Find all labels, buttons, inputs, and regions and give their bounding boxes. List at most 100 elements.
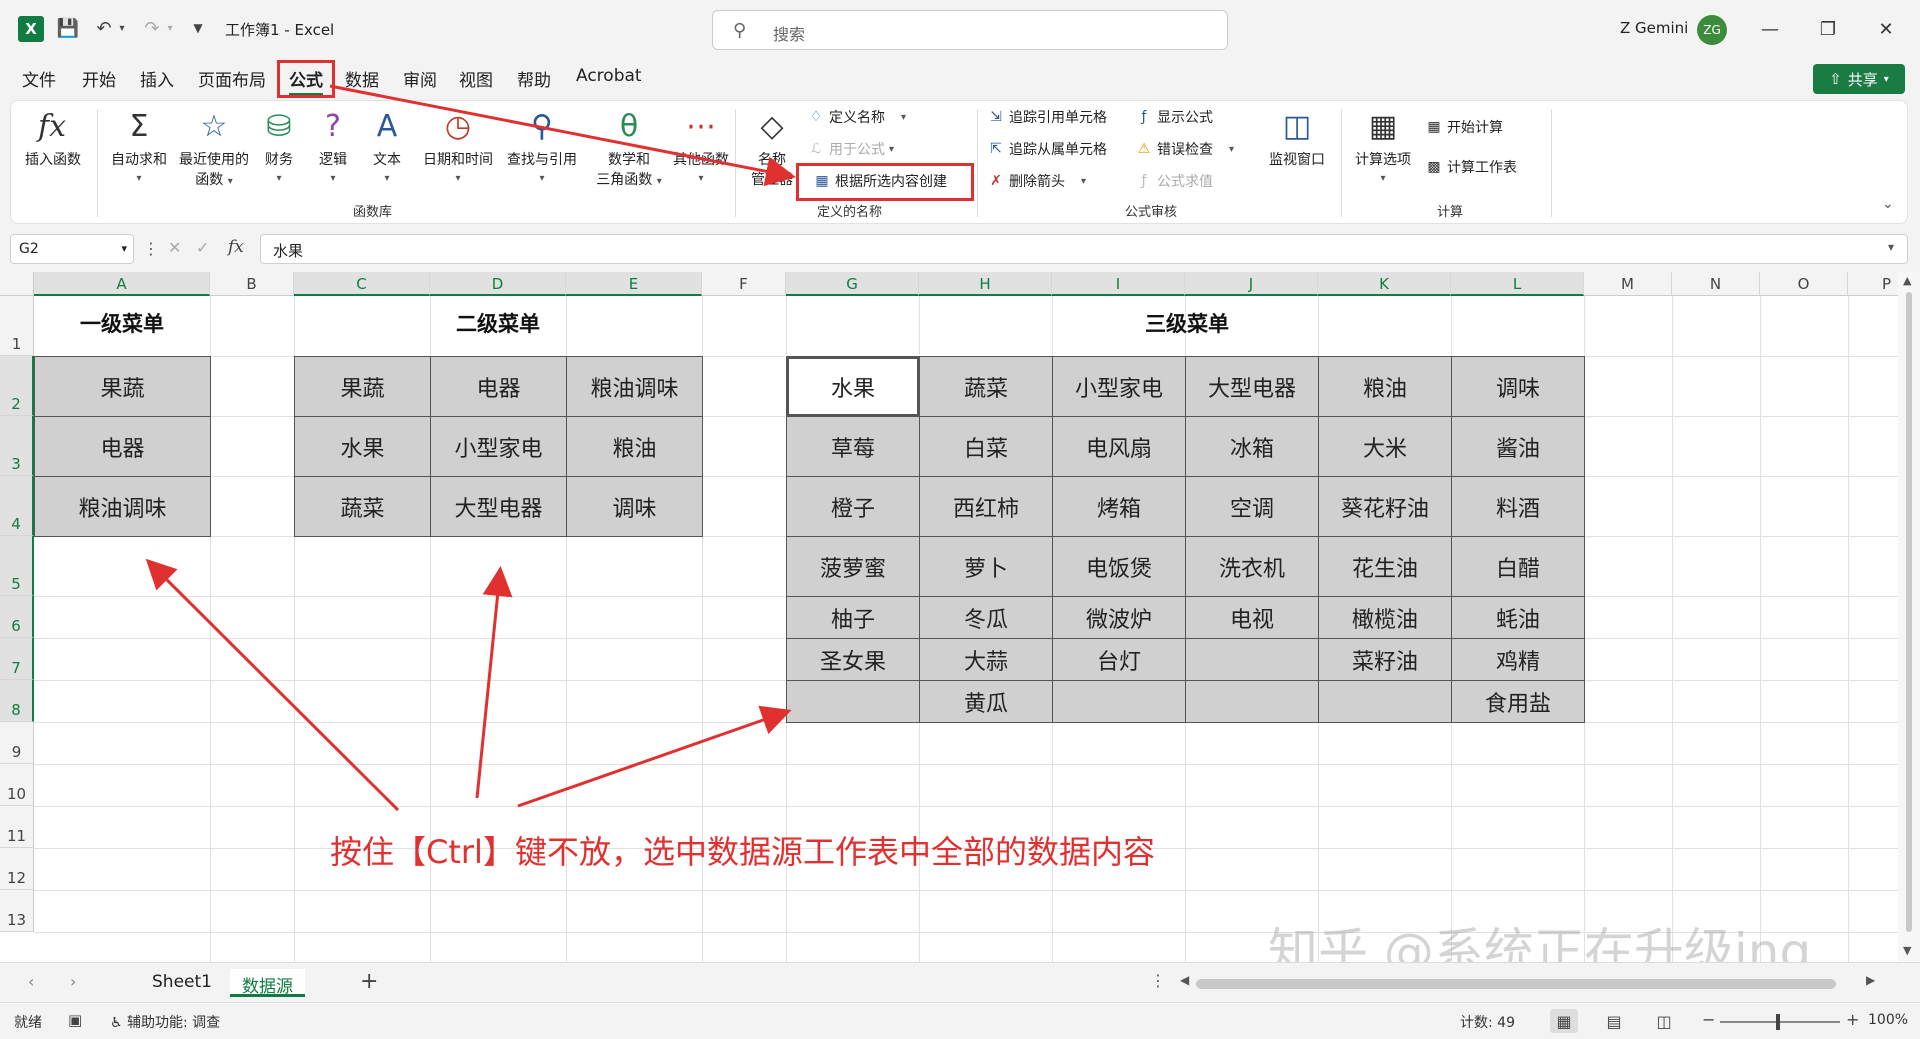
cell-k8[interactable]: [1318, 680, 1452, 723]
column-header-c[interactable]: C: [294, 272, 430, 296]
check-icon[interactable]: ✓: [196, 238, 209, 257]
cell-l8[interactable]: 食用盐: [1451, 680, 1585, 723]
lookup-reference-button[interactable]: ⚲ 查找与引用 ▾: [501, 109, 583, 185]
zoom-out-icon[interactable]: −: [1702, 1010, 1715, 1029]
cell-i7[interactable]: 台灯: [1052, 638, 1186, 681]
cell-g7[interactable]: 圣女果: [786, 638, 920, 681]
worksheet-grid[interactable]: ABCDEFGHIJKLMNOP 1 2 3 4 5 6 7 8 9 10 11 12 13 一级菜单 …: [0, 272, 1920, 962]
ribbon-collapse-icon[interactable]: ⌄: [1882, 196, 1894, 212]
cell-d2[interactable]: 电器: [430, 356, 567, 417]
horizontal-scrollbar[interactable]: [1196, 979, 1836, 989]
row-header-3[interactable]: 3: [0, 416, 34, 476]
column-header-g[interactable]: G: [786, 272, 919, 296]
tab-acrobat[interactable]: Acrobat: [576, 66, 642, 86]
use-in-formula-button[interactable]: ℒ 用于公式 ▾: [807, 139, 894, 159]
column-header-d[interactable]: D: [430, 272, 566, 296]
cell-g2[interactable]: 水果: [785, 355, 921, 418]
row-header-13[interactable]: 13: [0, 890, 34, 932]
tab-insert[interactable]: 插入: [140, 66, 174, 91]
tab-help[interactable]: 帮助: [517, 66, 551, 91]
cell-i8[interactable]: [1052, 680, 1186, 723]
zoom-slider-thumb[interactable]: [1776, 1014, 1780, 1030]
sheet-prev-icon[interactable]: ‹: [28, 972, 34, 991]
insert-function-button[interactable]: fx 插入函数: [25, 109, 81, 169]
column-header-l[interactable]: L: [1451, 272, 1584, 296]
evaluate-formula-button[interactable]: ƒ 公式求值: [1135, 171, 1213, 191]
redo-icon[interactable]: ↷: [140, 16, 164, 40]
cell-h8[interactable]: 黄瓜: [919, 680, 1053, 723]
undo-dropdown-icon[interactable]: ▾: [116, 16, 128, 40]
cell-l3[interactable]: 酱油: [1451, 416, 1585, 477]
column-header-f[interactable]: F: [702, 272, 786, 296]
vertical-scrollbar[interactable]: ▲ ▼: [1898, 272, 1920, 962]
zoom-level[interactable]: 100%: [1868, 1012, 1908, 1028]
search-input[interactable]: ⚲ 搜索: [712, 10, 1228, 50]
date-time-button[interactable]: ◷ 日期和时间 ▾: [417, 109, 499, 185]
cell-j5[interactable]: 洗衣机: [1185, 536, 1319, 597]
row-header-5[interactable]: 5: [0, 536, 34, 596]
cell-j3[interactable]: 冰箱: [1185, 416, 1319, 477]
cell-i4[interactable]: 烤箱: [1052, 476, 1186, 537]
cell-d3[interactable]: 小型家电: [430, 416, 567, 477]
watch-window-button[interactable]: ◫ 监视窗口: [1265, 109, 1329, 169]
cell-j8[interactable]: [1185, 680, 1319, 723]
undo-icon[interactable]: ↶: [92, 16, 116, 40]
scroll-left-icon[interactable]: ◀: [1180, 973, 1189, 987]
sheet-next-icon[interactable]: ›: [70, 972, 76, 991]
row-header-1[interactable]: 1: [0, 296, 34, 356]
cell-g6[interactable]: 柚子: [786, 596, 920, 639]
show-formulas-button[interactable]: ƒ 显示公式: [1135, 107, 1213, 127]
column-header-j[interactable]: J: [1185, 272, 1318, 296]
column-header-n[interactable]: N: [1672, 272, 1760, 296]
cell-i2[interactable]: 小型家电: [1052, 356, 1186, 417]
cell-h7[interactable]: 大蒜: [919, 638, 1053, 681]
cell-g4[interactable]: 橙子: [786, 476, 920, 537]
chevron-down-icon[interactable]: ▾: [1888, 240, 1894, 254]
cell-e3[interactable]: 粮油: [566, 416, 703, 477]
cell-k3[interactable]: 大米: [1318, 416, 1452, 477]
insert-function-icon[interactable]: fx: [228, 237, 244, 257]
cell-i6[interactable]: 微波炉: [1052, 596, 1186, 639]
restore-button[interactable]: ❐: [1808, 12, 1848, 46]
column-header-i[interactable]: I: [1052, 272, 1185, 296]
cell-c3[interactable]: 水果: [294, 416, 431, 477]
cell-a3[interactable]: 电器: [34, 416, 211, 477]
row-header-9[interactable]: 9: [0, 722, 34, 764]
cell-g5[interactable]: 菠萝蜜: [786, 536, 920, 597]
column-header-m[interactable]: M: [1584, 272, 1672, 296]
cell-k5[interactable]: 花生油: [1318, 536, 1452, 597]
more-options-icon[interactable]: ⋮: [1150, 971, 1166, 990]
tab-review[interactable]: 审阅: [403, 66, 437, 91]
column-header-e[interactable]: E: [566, 272, 702, 296]
accessibility-status[interactable]: ♿ 辅助功能: 调查: [110, 1012, 220, 1032]
select-all-corner[interactable]: [0, 272, 34, 296]
cancel-icon[interactable]: ✕: [168, 238, 181, 257]
cell-k2[interactable]: 粮油: [1318, 356, 1452, 417]
cell-h3[interactable]: 白菜: [919, 416, 1053, 477]
row-header-4[interactable]: 4: [0, 476, 34, 536]
cell-g3[interactable]: 草莓: [786, 416, 920, 477]
formula-input[interactable]: 水果: [260, 234, 1908, 264]
tab-home[interactable]: 开始: [82, 66, 116, 91]
minimize-button[interactable]: —: [1750, 12, 1790, 46]
row-header-2[interactable]: 2: [0, 356, 34, 416]
cell-j2[interactable]: 大型电器: [1185, 356, 1319, 417]
cell-e2[interactable]: 粮油调味: [566, 356, 703, 417]
cell-a2[interactable]: 果蔬: [34, 356, 211, 417]
cell-e4[interactable]: 调味: [566, 476, 703, 537]
zoom-in-icon[interactable]: +: [1846, 1010, 1859, 1029]
cell-c4[interactable]: 蔬菜: [294, 476, 431, 537]
row-header-6[interactable]: 6: [0, 596, 34, 638]
cell-h4[interactable]: 西红柿: [919, 476, 1053, 537]
vertical-scroll-thumb[interactable]: [1906, 292, 1912, 932]
autosum-button[interactable]: Σ 自动求和 ▾: [107, 109, 171, 185]
trace-precedents-button[interactable]: ⇲ 追踪引用单元格: [987, 107, 1107, 127]
macro-record-icon[interactable]: ▣: [68, 1011, 82, 1029]
error-checking-button[interactable]: ⚠ 错误检查 ▾: [1135, 139, 1234, 159]
scroll-down-icon[interactable]: ▼: [1903, 944, 1911, 957]
scroll-right-icon[interactable]: ▶: [1866, 973, 1875, 987]
cell-l4[interactable]: 料酒: [1451, 476, 1585, 537]
financial-button[interactable]: ⛁ 财务 ▾: [257, 109, 301, 185]
calculate-now-button[interactable]: ▦ 开始计算: [1425, 117, 1503, 137]
column-header-b[interactable]: B: [210, 272, 294, 296]
